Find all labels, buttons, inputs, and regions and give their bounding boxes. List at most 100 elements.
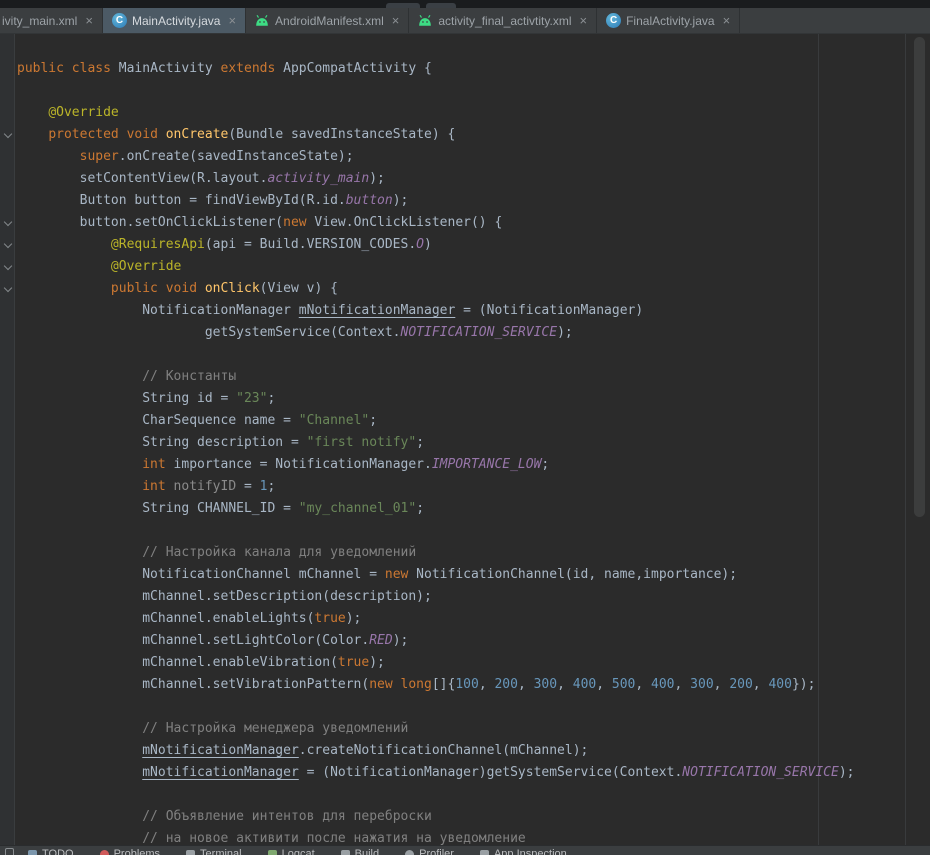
- code-line[interactable]: // Объявление интентов для переброски: [0, 806, 905, 828]
- code-line[interactable]: public class MainActivity extends AppCom…: [0, 58, 905, 80]
- code-line[interactable]: [0, 520, 905, 542]
- code-line[interactable]: @Override: [0, 102, 905, 124]
- tab-label: FinalActivity.java: [626, 14, 714, 28]
- code-line-text: NotificationChannel mChannel = new Notif…: [16, 564, 737, 586]
- tool-window-button-label: TODO: [42, 848, 74, 855]
- code-line[interactable]: mNotificationManager.createNotificationC…: [0, 740, 905, 762]
- code-line[interactable]: mChannel.setDescription(description);: [0, 586, 905, 608]
- tool-window-button-build[interactable]: Build: [341, 846, 379, 855]
- terminal-icon: [186, 850, 195, 855]
- tool-window-button-profiler[interactable]: Profiler: [405, 846, 454, 855]
- code-line-text: super.onCreate(savedInstanceState);: [16, 146, 354, 168]
- android-icon: [255, 14, 270, 28]
- code-line[interactable]: mChannel.enableVibration(true);: [0, 652, 905, 674]
- java-class-icon: C: [606, 13, 621, 28]
- code-line-text: // Настройка менеджера уведомлений: [16, 718, 408, 740]
- code-editor[interactable]: public class MainActivity extends AppCom…: [0, 34, 930, 845]
- code-line[interactable]: NotificationChannel mChannel = new Notif…: [0, 564, 905, 586]
- code-line[interactable]: public void onClick(View v) {: [0, 278, 905, 300]
- code-line-text: CharSequence name = "Channel";: [16, 410, 377, 432]
- editor-tab-MainActivity.java[interactable]: C MainActivity.java ×: [103, 8, 246, 33]
- tool-window-button-label: App Inspection: [494, 848, 567, 855]
- ide-window: ivity_main.xml×CMainActivity.java×Androi…: [0, 0, 930, 855]
- code-line-text: @RequiresApi(api = Build.VERSION_CODES.O…: [16, 234, 432, 256]
- code-line-text: mChannel.setLightColor(Color.RED);: [16, 630, 408, 652]
- tool-window-button-app-inspection[interactable]: App Inspection: [480, 846, 567, 855]
- code-line[interactable]: [0, 784, 905, 806]
- code-line-text: mChannel.setDescription(description);: [16, 586, 432, 608]
- code-line-text: String CHANNEL_ID = "my_channel_01";: [16, 498, 424, 520]
- code-line[interactable]: @Override: [0, 256, 905, 278]
- editor-tab-FinalActivity.java[interactable]: C FinalActivity.java ×: [597, 8, 740, 33]
- code-line[interactable]: String description = "first notify";: [0, 432, 905, 454]
- code-line-text: @Override: [16, 256, 181, 278]
- tool-window-button-logcat[interactable]: Logcat: [268, 846, 315, 855]
- code-line-text: int notifyID = 1;: [16, 476, 275, 498]
- tool-window-button-todo[interactable]: TODO: [28, 846, 74, 855]
- logcat-icon: [268, 850, 277, 855]
- fold-marker-icon[interactable]: [0, 134, 16, 137]
- tab-label: activity_final_activtity.xml: [438, 14, 571, 28]
- tab-close-icon[interactable]: ×: [580, 14, 588, 27]
- code-line-text: // Константы: [16, 366, 236, 388]
- tab-label: MainActivity.java: [132, 14, 220, 28]
- code-line-text: mChannel.enableLights(true);: [16, 608, 361, 630]
- tool-window-button-terminal[interactable]: Terminal: [186, 846, 242, 855]
- code-line[interactable]: @RequiresApi(api = Build.VERSION_CODES.O…: [0, 234, 905, 256]
- code-line[interactable]: NotificationManager mNotificationManager…: [0, 300, 905, 322]
- code-line[interactable]: Button button = findViewById(R.id.button…: [0, 190, 905, 212]
- code-line[interactable]: [0, 80, 905, 102]
- java-class-icon: C: [112, 13, 127, 28]
- tab-close-icon[interactable]: ×: [228, 14, 236, 27]
- fold-marker-icon[interactable]: [0, 244, 16, 247]
- code-line[interactable]: getSystemService(Context.NOTIFICATION_SE…: [0, 322, 905, 344]
- code-line[interactable]: super.onCreate(savedInstanceState);: [0, 146, 905, 168]
- code-line[interactable]: mChannel.enableLights(true);: [0, 608, 905, 630]
- editor-tab-activity_final_activtity.xml[interactable]: activity_final_activtity.xml ×: [409, 8, 597, 33]
- code-line[interactable]: setContentView(R.layout.activity_main);: [0, 168, 905, 190]
- editor-tab-bar: ivity_main.xml×CMainActivity.java×Androi…: [0, 8, 930, 34]
- code-line-text: getSystemService(Context.NOTIFICATION_SE…: [16, 322, 573, 344]
- build-icon: [341, 850, 350, 855]
- code-line[interactable]: [0, 696, 905, 718]
- code-line[interactable]: int notifyID = 1;: [0, 476, 905, 498]
- code-line[interactable]: mChannel.setLightColor(Color.RED);: [0, 630, 905, 652]
- editor-tab-AndroidManifest.xml[interactable]: AndroidManifest.xml×: [246, 8, 409, 33]
- code-line[interactable]: mChannel.setVibrationPattern(new long[]{…: [0, 674, 905, 696]
- editor-tab-ivity_main.xml[interactable]: ivity_main.xml×: [0, 8, 103, 33]
- code-line[interactable]: // Настройка канала для уведомлений: [0, 542, 905, 564]
- code-line-text: // на новое активити после нажатия на ув…: [16, 828, 526, 845]
- code-line[interactable]: protected void onCreate(Bundle savedInst…: [0, 124, 905, 146]
- code-line-text: mChannel.setVibrationPattern(new long[]{…: [16, 674, 815, 696]
- tool-window-stack-icon[interactable]: [5, 848, 14, 855]
- fold-marker-icon[interactable]: [0, 288, 16, 291]
- code-line[interactable]: String id = "23";: [0, 388, 905, 410]
- code-line[interactable]: mNotificationManager = (NotificationMana…: [0, 762, 905, 784]
- code-line-text: int importance = NotificationManager.IMP…: [16, 454, 549, 476]
- code-line-text: mChannel.enableVibration(true);: [16, 652, 385, 674]
- fold-marker-icon[interactable]: [0, 222, 16, 225]
- tab-close-icon[interactable]: ×: [85, 14, 93, 27]
- tool-window-bar: TODO Problems Terminal Logcat Build Profiler A…: [0, 845, 930, 855]
- code-line[interactable]: int importance = NotificationManager.IMP…: [0, 454, 905, 476]
- code-line[interactable]: String CHANNEL_ID = "my_channel_01";: [0, 498, 905, 520]
- code-line[interactable]: [0, 344, 905, 366]
- code-area[interactable]: public class MainActivity extends AppCom…: [0, 58, 905, 845]
- code-line[interactable]: // на новое активити после нажатия на ув…: [0, 828, 905, 845]
- code-line-text: Button button = findViewById(R.id.button…: [16, 190, 408, 212]
- code-line-text: mNotificationManager.createNotificationC…: [16, 740, 588, 762]
- code-line-text: public class MainActivity extends AppCom…: [16, 58, 432, 80]
- tool-window-button-problems[interactable]: Problems: [100, 846, 160, 855]
- tool-window-button-label: Logcat: [282, 848, 315, 855]
- tool-window-button-label: Problems: [114, 848, 160, 855]
- code-line[interactable]: // Константы: [0, 366, 905, 388]
- fold-marker-icon[interactable]: [0, 266, 16, 269]
- code-line[interactable]: // Настройка менеджера уведомлений: [0, 718, 905, 740]
- code-line[interactable]: CharSequence name = "Channel";: [0, 410, 905, 432]
- tab-close-icon[interactable]: ×: [392, 14, 400, 27]
- code-line[interactable]: button.setOnClickListener(new View.OnCli…: [0, 212, 905, 234]
- tool-window-button-label: Build: [355, 848, 379, 855]
- code-line-text: String id = "23";: [16, 388, 275, 410]
- scrollbar-thumb[interactable]: [914, 37, 925, 517]
- tab-close-icon[interactable]: ×: [723, 14, 731, 27]
